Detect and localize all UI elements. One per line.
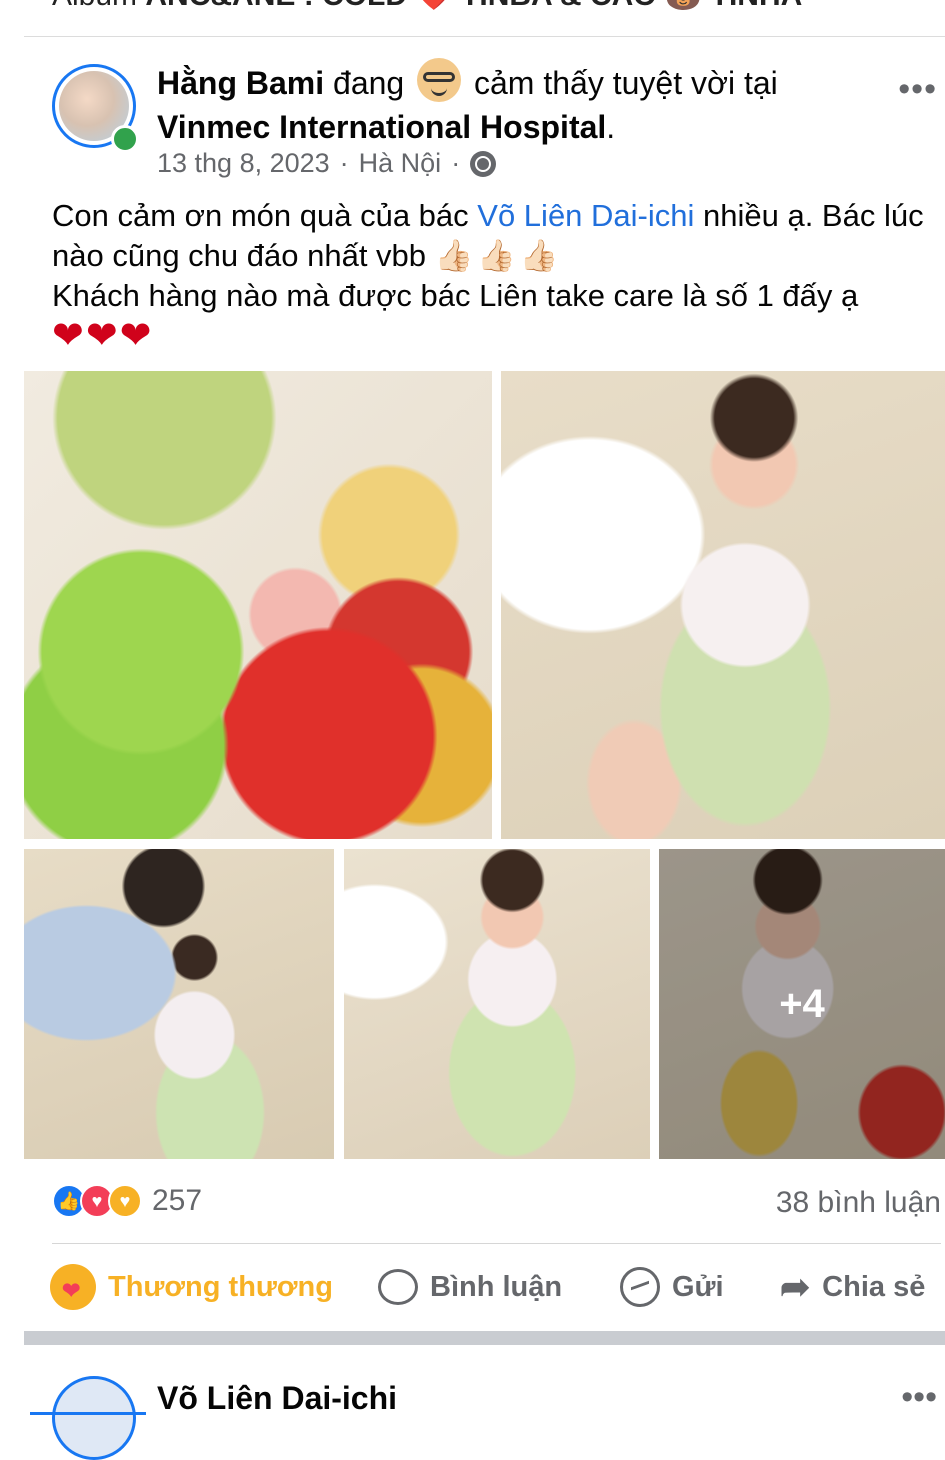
next-more-options-icon[interactable]: ••• <box>901 1378 937 1417</box>
post-city: Hà Nội <box>358 148 442 178</box>
caption-text-3: Khách hàng nào mà được bác Liên take car… <box>52 278 859 313</box>
post-actions: Thương thương Bình luận Gửi ➦ Chia sẻ <box>50 1263 941 1311</box>
hearts-emoji-icon: ❤❤❤ <box>52 315 154 357</box>
author-name[interactable]: Hằng Bami <box>157 65 324 101</box>
care-emoji-icon <box>50 1264 96 1310</box>
feeling-prefix: đang <box>333 65 405 101</box>
next-author-name[interactable]: Võ Liên Dai-ichi <box>157 1380 397 1417</box>
comment-bubble-icon <box>378 1269 418 1305</box>
react-label: Thương thương <box>108 1270 333 1303</box>
location-suffix: . <box>606 109 616 145</box>
photo-baby-opening-gift[interactable] <box>344 849 650 1159</box>
comments-count[interactable]: 38 bình luận <box>776 1186 941 1220</box>
messenger-icon <box>620 1267 660 1307</box>
comment-label: Bình luận <box>430 1270 563 1303</box>
photo-father-baby[interactable] <box>24 849 334 1159</box>
feeling-text: cảm thấy tuyệt vời tại <box>474 65 778 101</box>
meta-separator: · <box>451 148 461 178</box>
mention-link[interactable]: Võ Liên Dai-ichi <box>477 198 694 233</box>
more-options-icon[interactable]: ••• <box>898 70 937 109</box>
share-button[interactable]: ➦ Chia sẻ <box>780 1263 925 1311</box>
photo-more-overlay: +4 <box>659 849 945 1159</box>
comment-button[interactable]: Bình luận <box>378 1263 562 1311</box>
nerd-face-emoji-icon <box>417 58 462 102</box>
meta-separator: · <box>339 148 349 178</box>
album-prefix: Album <box>52 0 145 12</box>
globe-icon <box>470 150 497 177</box>
actions-divider <box>52 1243 941 1244</box>
photo-fruit-box[interactable] <box>24 371 492 839</box>
post-separator <box>24 1331 945 1345</box>
post-header: Hằng Bami đang cảm thấy tuyệt vời tại Vi… <box>157 58 857 149</box>
photo-baby-with-gift[interactable] <box>501 371 945 839</box>
reaction-summary[interactable]: 👍 ♥ ♥ 257 <box>52 1184 202 1218</box>
top-divider <box>24 36 945 37</box>
next-author-avatar[interactable] <box>52 1376 136 1460</box>
care-reaction-icon: ♥ <box>108 1184 142 1218</box>
share-arrow-icon: ➦ <box>780 1266 811 1307</box>
react-button[interactable]: Thương thương <box>50 1263 333 1311</box>
share-label: Chia sẻ <box>822 1270 926 1303</box>
tab-indicator <box>30 1412 146 1415</box>
photo-more[interactable]: +4 <box>659 849 945 1159</box>
album-title: ANC&ANE : COLD ❤️ TINBA & CAO 🐻 TINHA <box>145 0 802 12</box>
more-photos-count: +4 <box>779 981 825 1026</box>
album-breadcrumb[interactable]: Album ANC&ANE : COLD ❤️ TINBA & CAO 🐻 TI… <box>52 0 802 13</box>
post-meta: 13 thg 8, 2023 · Hà Nội · <box>157 148 497 179</box>
thumbs-up-emoji-icon: 👍🏻👍🏻👍🏻 <box>434 238 563 273</box>
send-button[interactable]: Gửi <box>620 1263 724 1311</box>
post-caption: Con cảm ơn món quà của bác Võ Liên Dai-i… <box>52 196 942 358</box>
send-label: Gửi <box>672 1270 724 1303</box>
online-status-icon <box>111 125 139 153</box>
location-link[interactable]: Vinmec International Hospital <box>157 109 606 145</box>
reaction-count: 257 <box>152 1184 203 1217</box>
post-date[interactable]: 13 thg 8, 2023 <box>157 148 330 179</box>
caption-text-1: Con cảm ơn món quà của bác <box>52 198 478 233</box>
